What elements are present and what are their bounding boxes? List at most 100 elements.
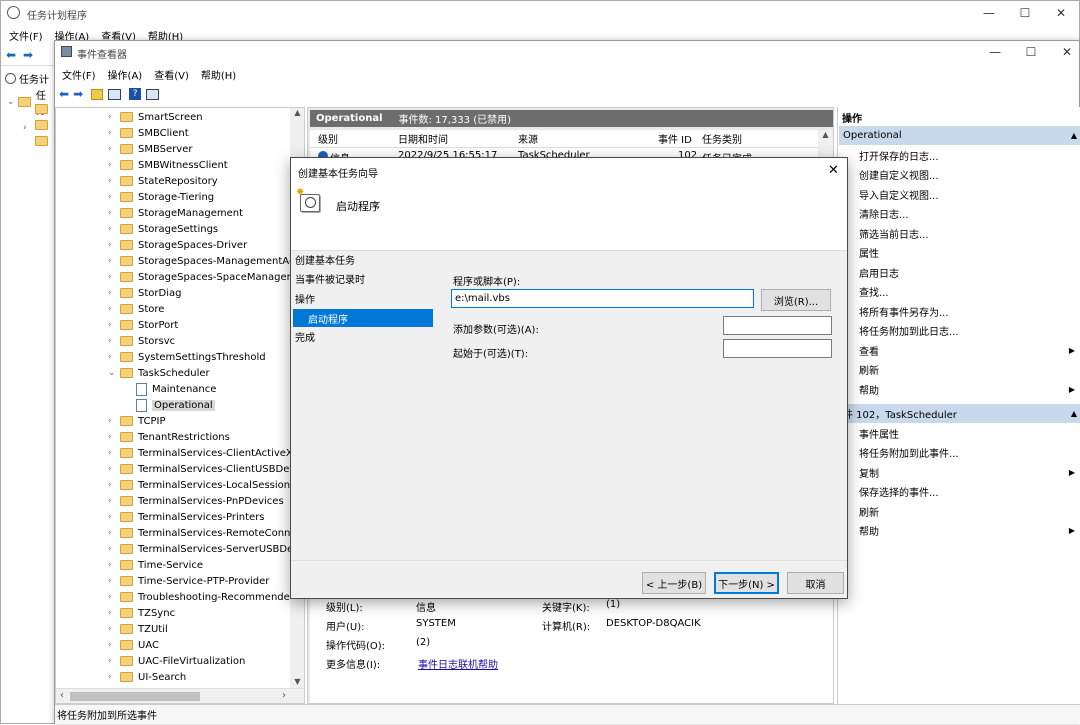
- menu-file[interactable]: 文件(F): [9, 28, 43, 43]
- action-item[interactable]: 属性: [843, 244, 1079, 262]
- col-level[interactable]: 级别: [318, 131, 338, 146]
- chevron-right-icon[interactable]: ›: [108, 352, 120, 362]
- show-tree-icon[interactable]: [108, 88, 122, 100]
- col-date[interactable]: 日期和时间: [398, 131, 448, 146]
- action-item[interactable]: 将任务附加到此日志...: [843, 322, 1079, 340]
- chevron-right-icon[interactable]: ›: [108, 320, 120, 330]
- chevron-right-icon[interactable]: ›: [108, 336, 120, 346]
- chevron-right-icon[interactable]: ›: [108, 416, 120, 426]
- tree-item[interactable]: › Time-Service-PTP-Provider: [108, 573, 269, 589]
- tree-item[interactable]: › Storage-Tiering: [108, 189, 214, 205]
- chevron-right-icon[interactable]: ›: [108, 576, 120, 586]
- browse-button[interactable]: 浏览(R)...: [761, 289, 831, 311]
- tree-item[interactable]: › UI-Search: [108, 669, 186, 685]
- chevron-down-icon[interactable]: ⌄: [108, 368, 120, 378]
- tree-item[interactable]: › TenantRestrictions: [108, 429, 230, 445]
- chevron-right-icon[interactable]: ›: [108, 624, 120, 634]
- chevron-right-icon[interactable]: ›: [108, 560, 120, 570]
- chevron-right-icon[interactable]: ›: [108, 608, 120, 618]
- chevron-right-icon[interactable]: ›: [108, 592, 120, 602]
- forward-arrow-icon[interactable]: ➡: [23, 48, 33, 62]
- tree-item[interactable]: › TerminalServices-PnPDevices: [108, 493, 284, 509]
- tree-item[interactable]: › StorageSpaces-ManagementAge: [108, 253, 302, 269]
- action-item[interactable]: 事件属性: [843, 424, 1079, 442]
- chevron-right-icon[interactable]: ›: [108, 480, 120, 490]
- back-arrow-icon[interactable]: ⬅: [59, 87, 69, 101]
- actions-section-event[interactable]: 件 102，TaskScheduler ▲: [839, 404, 1080, 423]
- action-item[interactable]: 筛选当前日志...: [843, 224, 1079, 242]
- program-input[interactable]: e:\mail.vbs: [451, 289, 754, 308]
- tree-item[interactable]: › SMBWitnessClient: [108, 157, 228, 173]
- action-item[interactable]: 查找...: [843, 283, 1079, 301]
- chevron-right-icon[interactable]: ›: [108, 464, 120, 474]
- chevron-right-icon[interactable]: ›: [108, 128, 120, 138]
- back-button[interactable]: < 上一步(B): [642, 572, 706, 594]
- chevron-right-icon[interactable]: ›: [108, 112, 120, 122]
- action-item[interactable]: 刷新: [843, 361, 1079, 379]
- tree-item[interactable]: › SMBClient: [108, 125, 189, 141]
- close-button[interactable]: ✕: [1044, 41, 1080, 63]
- tree-item[interactable]: › TZSync: [108, 605, 175, 621]
- next-button[interactable]: 下一步(N) >: [714, 572, 779, 594]
- tree-item[interactable]: Maintenance: [136, 381, 216, 397]
- actions-section-log[interactable]: Operational ▲: [839, 126, 1080, 145]
- action-item[interactable]: 保存选择的事件...: [843, 483, 1079, 501]
- tree-item[interactable]: › StateRepository: [108, 173, 218, 189]
- action-item[interactable]: 帮助 ▶: [843, 380, 1079, 398]
- tree-item[interactable]: › UAC: [108, 637, 159, 653]
- tree-item[interactable]: › TerminalServices-ClientActiveXCc: [108, 445, 304, 461]
- col-source[interactable]: 来源: [518, 131, 538, 146]
- action-item[interactable]: 将所有事件另存为...: [843, 302, 1079, 320]
- tree-item[interactable]: › SMBServer: [108, 141, 192, 157]
- tree-item[interactable]: › Time-Service: [108, 557, 203, 573]
- action-item[interactable]: 将任务附加到此事件...: [843, 444, 1079, 462]
- action-item[interactable]: 清除日志...: [843, 205, 1079, 223]
- tree-item[interactable]: › StorageSpaces-Driver: [108, 237, 247, 253]
- col-category[interactable]: 任务类别: [702, 131, 742, 146]
- tree-item[interactable]: › SystemSettingsThreshold: [108, 349, 266, 365]
- action-item[interactable]: 打开保存的日志...: [843, 146, 1079, 164]
- tree-item[interactable]: › TCPIP: [108, 413, 166, 429]
- chevron-right-icon[interactable]: ›: [108, 240, 120, 250]
- back-arrow-icon[interactable]: ⬅: [6, 48, 16, 62]
- action-item[interactable]: 刷新: [843, 502, 1079, 520]
- tree-item[interactable]: › TerminalServices-LocalSessionM: [108, 477, 299, 493]
- tree-item[interactable]: › StorDiag: [108, 285, 181, 301]
- tree-item[interactable]: › UAC-FileVirtualization: [108, 653, 245, 669]
- menu-view[interactable]: 查看(V): [154, 67, 189, 82]
- tree-item[interactable]: Operational: [136, 397, 215, 413]
- table-vscrollbar[interactable]: ▲: [818, 130, 833, 160]
- close-icon[interactable]: ✕: [828, 163, 839, 178]
- tree-item[interactable]: › TZUtil: [108, 621, 168, 637]
- start-in-input[interactable]: [723, 339, 832, 358]
- tree-item[interactable]: › SmartScreen: [108, 109, 203, 125]
- tree-item[interactable]: › TerminalServices-Printers: [108, 509, 265, 525]
- chevron-right-icon[interactable]: ›: [108, 512, 120, 522]
- chevron-right-icon[interactable]: ›: [108, 448, 120, 458]
- chevron-right-icon[interactable]: ›: [108, 160, 120, 170]
- action-item[interactable]: 启用日志: [843, 263, 1079, 281]
- forward-arrow-icon[interactable]: ➡: [73, 87, 83, 101]
- action-item[interactable]: 导入自定义视图...: [843, 185, 1079, 203]
- detail-more-link[interactable]: 事件日志联机帮助: [418, 656, 498, 671]
- chevron-right-icon[interactable]: ›: [108, 304, 120, 314]
- tree-item[interactable]: › Store: [108, 301, 164, 317]
- tree-item[interactable]: › StorageSpaces-SpaceManager: [108, 269, 291, 285]
- chevron-right-icon[interactable]: ›: [108, 224, 120, 234]
- chevron-right-icon[interactable]: ›: [108, 192, 120, 202]
- close-button[interactable]: ✕: [1038, 1, 1080, 25]
- tree-item[interactable]: › StorPort: [108, 317, 178, 333]
- chevron-right-icon[interactable]: ›: [108, 256, 120, 266]
- tree-item[interactable]: › Storsvc: [108, 333, 175, 349]
- tree-item[interactable]: › StorageManagement: [108, 205, 243, 221]
- action-item[interactable]: 复制 ▶: [843, 463, 1079, 481]
- cancel-button[interactable]: 取消: [787, 572, 844, 594]
- menu-action[interactable]: 操作(A): [108, 67, 143, 82]
- properties-icon[interactable]: [146, 88, 160, 100]
- tree-item[interactable]: › TerminalServices-RemoteConnec: [108, 525, 302, 541]
- col-eventid[interactable]: 事件 ID: [658, 131, 692, 146]
- tree-item[interactable]: › StorageSettings: [108, 221, 218, 237]
- up-folder-icon[interactable]: [91, 88, 104, 100]
- menu-help[interactable]: 帮助(H): [201, 67, 236, 82]
- chevron-right-icon[interactable]: ›: [108, 272, 120, 282]
